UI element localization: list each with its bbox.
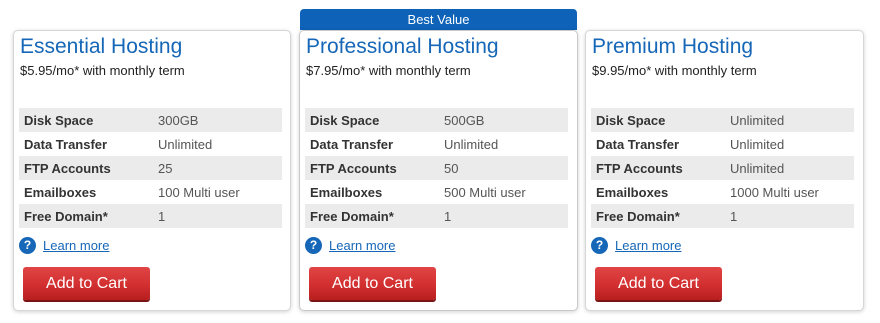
add-to-cart-button[interactable]: Add to Cart (595, 267, 722, 300)
learn-more-link[interactable]: Learn more (329, 238, 395, 253)
spec-value: Unlimited (158, 136, 213, 152)
question-circle-icon[interactable]: ? (19, 237, 36, 254)
spec-label: FTP Accounts (310, 160, 397, 176)
spec-label: FTP Accounts (24, 160, 111, 176)
spec-label: Free Domain* (24, 208, 108, 224)
learn-more-link[interactable]: Learn more (615, 238, 681, 253)
spec-value: 1000 Multi user (730, 184, 819, 200)
spec-label: Data Transfer (310, 136, 394, 152)
spec-label: Disk Space (24, 112, 94, 128)
plan-title: Premium Hosting (592, 35, 754, 58)
spec-label: Data Transfer (596, 136, 680, 152)
spec-label: Emailboxes (310, 184, 383, 200)
spec-value: Unlimited (730, 112, 785, 128)
spec-value: 100 Multi user (158, 184, 240, 200)
spec-value: 1 (444, 208, 452, 224)
spec-value: 50 (444, 160, 459, 176)
spec-row: FTP Accounts 25 (19, 156, 282, 180)
plan-card-essential: Essential Hosting $5.95/mo* with monthly… (13, 30, 291, 311)
spec-label: Disk Space (596, 112, 666, 128)
spec-row: Disk Space 300GB (19, 108, 282, 132)
spec-value: Unlimited (730, 136, 785, 152)
spec-value: 1 (158, 208, 166, 224)
spec-label: Data Transfer (24, 136, 108, 152)
question-circle-icon[interactable]: ? (591, 237, 608, 254)
spec-value: 1 (730, 208, 738, 224)
learn-more-row: ? Learn more (591, 237, 681, 254)
spec-value: 500 Multi user (444, 184, 526, 200)
spec-row: Data Transfer Unlimited (19, 132, 282, 156)
spec-row: Emailboxes 1000 Multi user (591, 180, 854, 204)
add-to-cart-button[interactable]: Add to Cart (23, 267, 150, 300)
plan-price: $9.95/mo* with monthly term (592, 63, 757, 78)
spec-value: Unlimited (444, 136, 499, 152)
spec-row: Free Domain* 1 (19, 204, 282, 228)
spec-label: FTP Accounts (596, 160, 683, 176)
spec-row: FTP Accounts Unlimited (591, 156, 854, 180)
question-circle-icon[interactable]: ? (305, 237, 322, 254)
spec-value: 300GB (158, 112, 199, 128)
plan-price: $7.95/mo* with monthly term (306, 63, 471, 78)
spec-value: 25 (158, 160, 173, 176)
spec-table: Disk Space Unlimited Data Transfer Unlimit… (591, 108, 854, 228)
spec-table: Disk Space 500GB Data Transfer Unlimited F… (305, 108, 568, 228)
plan-title: Professional Hosting (306, 35, 499, 58)
plan-price: $5.95/mo* with monthly term (20, 63, 185, 78)
spec-row: Free Domain* 1 (591, 204, 854, 228)
spec-row: Disk Space Unlimited (591, 108, 854, 132)
spec-value: Unlimited (730, 160, 785, 176)
learn-more-row: ? Learn more (305, 237, 395, 254)
spec-label: Free Domain* (596, 208, 680, 224)
plan-card-professional: Professional Hosting $7.95/mo* with mont… (299, 30, 578, 311)
spec-row: Data Transfer Unlimited (591, 132, 854, 156)
add-to-cart-button[interactable]: Add to Cart (309, 267, 436, 300)
spec-row: Emailboxes 100 Multi user (19, 180, 282, 204)
spec-label: Free Domain* (310, 208, 394, 224)
learn-more-link[interactable]: Learn more (43, 238, 109, 253)
spec-row: Free Domain* 1 (305, 204, 568, 228)
best-value-ribbon: Best Value (300, 9, 577, 30)
spec-row: Data Transfer Unlimited (305, 132, 568, 156)
spec-label: Emailboxes (24, 184, 97, 200)
spec-row: Emailboxes 500 Multi user (305, 180, 568, 204)
spec-value: 500GB (444, 112, 485, 128)
spec-label: Emailboxes (596, 184, 669, 200)
learn-more-row: ? Learn more (19, 237, 109, 254)
plan-title: Essential Hosting (20, 35, 183, 58)
plan-card-premium: Premium Hosting $9.95/mo* with monthly t… (585, 30, 864, 311)
spec-row: Disk Space 500GB (305, 108, 568, 132)
spec-label: Disk Space (310, 112, 380, 128)
spec-row: FTP Accounts 50 (305, 156, 568, 180)
spec-table: Disk Space 300GB Data Transfer Unlimited F… (19, 108, 282, 228)
